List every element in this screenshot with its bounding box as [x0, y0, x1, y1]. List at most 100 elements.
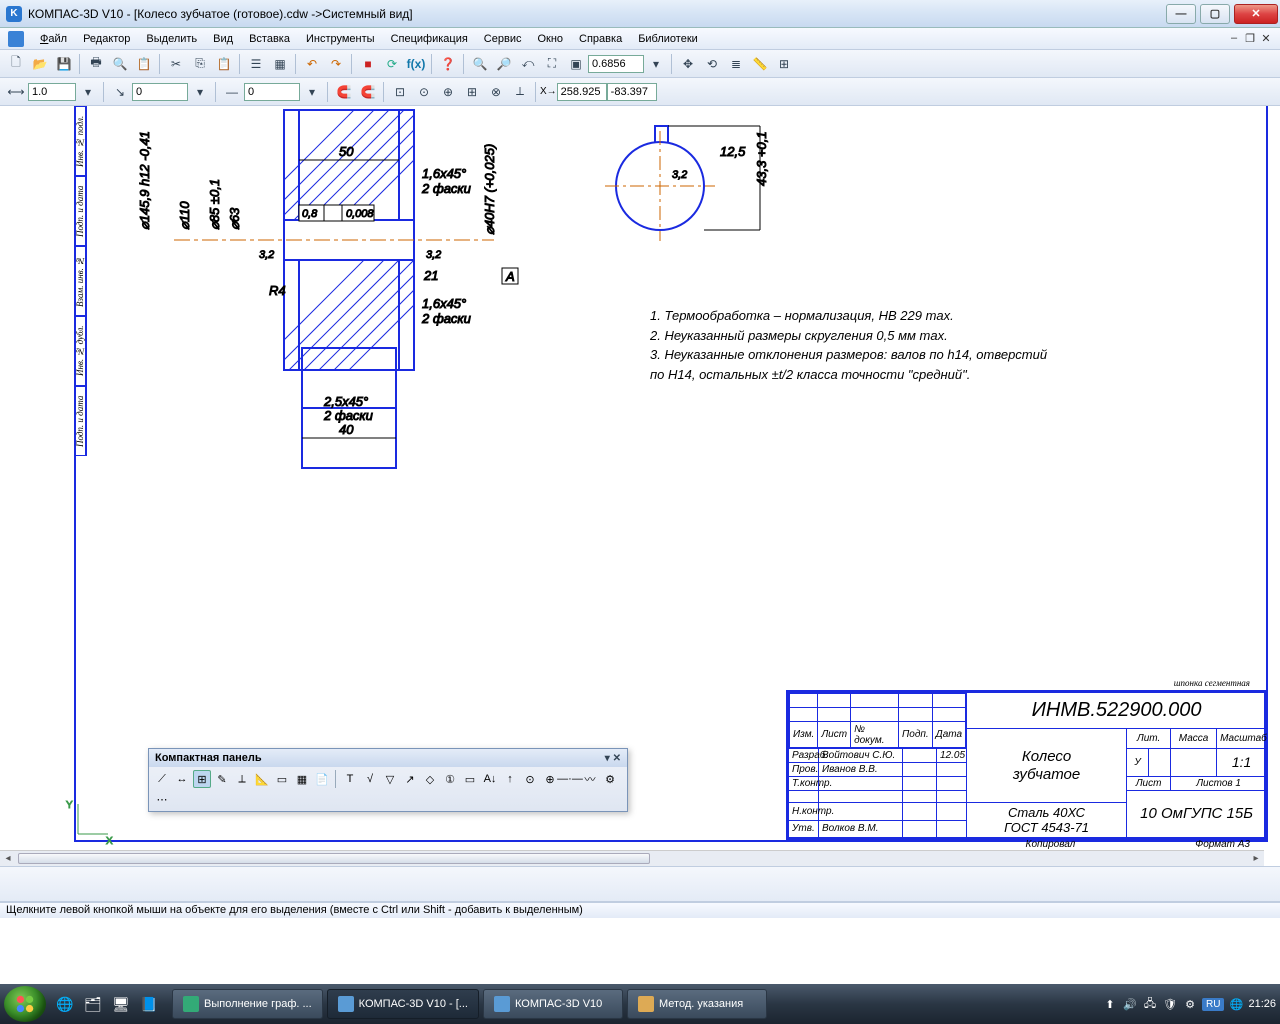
zoomin-icon[interactable]: 🔎 [493, 53, 515, 75]
vars-icon[interactable]: f(x) [405, 53, 427, 75]
menu-libs[interactable]: Библиотеки [630, 30, 706, 48]
table-icon[interactable]: ▦ [269, 53, 291, 75]
axis-icon[interactable]: ―·― [561, 770, 579, 788]
menu-tools[interactable]: Инструменты [298, 30, 383, 48]
cut-line-icon[interactable]: A↓ [481, 770, 499, 788]
line-icon[interactable]: ― [221, 81, 243, 103]
tol-icon[interactable]: ▭ [461, 770, 479, 788]
menu-file[interactable]: Файл [32, 30, 75, 48]
clock[interactable]: 21:26 [1248, 998, 1276, 1010]
tray-5-icon[interactable]: ⚙ [1182, 996, 1198, 1012]
open-icon[interactable]: 📂 [29, 53, 51, 75]
maximize-button[interactable]: ▢ [1200, 4, 1230, 24]
snap2-icon[interactable]: ⊙ [413, 81, 435, 103]
arrow2-icon[interactable]: ↑ [501, 770, 519, 788]
menu-editor[interactable]: Редактор [75, 30, 138, 48]
zoomall-icon[interactable]: ▣ [565, 53, 587, 75]
close-button[interactable]: ✕ [1234, 4, 1278, 24]
pan-icon[interactable]: ✥ [677, 53, 699, 75]
menu-view[interactable]: Вид [205, 30, 241, 48]
geom-icon[interactable]: ⟋ [153, 770, 171, 788]
snap1-icon[interactable]: ⊡ [389, 81, 411, 103]
tray-3-icon[interactable]: 🖧 [1142, 996, 1158, 1012]
mdi-close[interactable]: ✕ [1258, 32, 1274, 45]
task-item-1[interactable]: Выполнение граф. ... [172, 989, 323, 1019]
zoomprev-icon[interactable]: ⤺ [517, 53, 539, 75]
zoomfit-icon[interactable]: ⛶ [541, 53, 563, 75]
ql-1-icon[interactable]: 🌐 [52, 989, 78, 1019]
task-item-2[interactable]: КОМПАС-3D V10 - [... [327, 989, 479, 1019]
tray-6-icon[interactable]: 🌐 [1228, 996, 1244, 1012]
drawing-area[interactable]: Инв. № подл. Подп. и дата Взам. инв. № И… [0, 106, 1280, 850]
spec-icon[interactable]: 📋 [133, 53, 155, 75]
base-icon[interactable]: ▽ [381, 770, 399, 788]
scroll-right-icon[interactable]: ▸ [1248, 851, 1264, 866]
offset-dd[interactable]: ▾ [301, 81, 323, 103]
zoomwin-icon[interactable]: 🔍 [469, 53, 491, 75]
compact-panel-title[interactable]: Компактная панель ▾ ✕ [149, 749, 627, 767]
tray-1-icon[interactable]: ⬆ [1102, 996, 1118, 1012]
menu-spec[interactable]: Спецификация [383, 30, 476, 48]
h-scrollbar[interactable]: ◂ ▸ [0, 850, 1264, 866]
scroll-left-icon[interactable]: ◂ [0, 851, 16, 866]
copy-icon[interactable]: ⎘ [189, 53, 211, 75]
help-icon[interactable]: ❓ [437, 53, 459, 75]
more-icon[interactable]: ⋯ [153, 790, 171, 808]
menu-window[interactable]: Окно [529, 30, 571, 48]
tray-2-icon[interactable]: 🔊 [1122, 996, 1138, 1012]
magnet-on-icon[interactable]: 🧲 [333, 81, 355, 103]
compact-panel[interactable]: Компактная панель ▾ ✕ ⟋ ↔ ⊞ ✎ ⟂ 📐 ▭ ▦ 📄 … [148, 748, 628, 812]
undo-icon[interactable]: ↶ [301, 53, 323, 75]
start-button[interactable] [4, 986, 46, 1022]
measure-icon[interactable]: 📐 [253, 770, 271, 788]
magnet-off-icon[interactable]: 🧲 [357, 81, 379, 103]
minimize-button[interactable]: — [1166, 4, 1196, 24]
menu-select[interactable]: Выделить [138, 30, 205, 48]
print-icon[interactable]: 🖶 [85, 53, 107, 75]
cut-icon[interactable]: ✂ [165, 53, 187, 75]
remote-icon[interactable]: ⊙ [521, 770, 539, 788]
task-item-4[interactable]: Метод. указания [627, 989, 767, 1019]
tray-4-icon[interactable]: 🛡 [1162, 996, 1178, 1012]
mdi-min[interactable]: – [1226, 32, 1242, 45]
ql-2-icon[interactable]: 🗂 [80, 989, 106, 1019]
param-icon[interactable]: ⟂ [233, 770, 251, 788]
ql-3-icon[interactable]: 🖥 [108, 989, 134, 1019]
arrow-icon[interactable]: ↘ [109, 81, 131, 103]
preview-icon[interactable]: 🔍 [109, 53, 131, 75]
redo-icon[interactable]: ↷ [325, 53, 347, 75]
auto-icon[interactable]: ⚙ [601, 770, 619, 788]
pos-icon[interactable]: ① [441, 770, 459, 788]
edit-icon[interactable]: ✎ [213, 770, 231, 788]
panel-close-icon[interactable]: ✕ [613, 753, 621, 764]
menu-service[interactable]: Сервис [476, 30, 530, 48]
report-icon[interactable]: 📄 [313, 770, 331, 788]
coord-y[interactable] [607, 83, 657, 101]
panel-dd-icon[interactable]: ▾ [605, 753, 610, 764]
wave-icon[interactable]: 〰 [581, 770, 599, 788]
style-dd[interactable]: ▾ [189, 81, 211, 103]
step-dd[interactable]: ▾ [77, 81, 99, 103]
lang-indicator[interactable]: RU [1202, 998, 1224, 1011]
spec2-icon[interactable]: ▦ [293, 770, 311, 788]
snap5-icon[interactable]: ⊗ [485, 81, 507, 103]
dim-tool-icon[interactable]: ↔ [173, 770, 191, 788]
scroll-thumb[interactable] [18, 853, 650, 864]
paste-icon[interactable]: 📋 [213, 53, 235, 75]
task-item-3[interactable]: КОМПАС-3D V10 [483, 989, 623, 1019]
style-input[interactable] [132, 83, 188, 101]
dim-icon[interactable]: ⟷ [5, 81, 27, 103]
text-icon[interactable]: T [341, 770, 359, 788]
save-icon[interactable]: 💾 [53, 53, 75, 75]
new-icon[interactable]: 🗋 [5, 53, 27, 75]
zoom-input[interactable] [588, 55, 644, 73]
ql-4-icon[interactable]: 📘 [136, 989, 162, 1019]
leader-icon[interactable]: ↗ [401, 770, 419, 788]
brand-icon[interactable]: ◇ [421, 770, 439, 788]
meas-icon[interactable]: 📏 [749, 53, 771, 75]
mdi-restore[interactable]: ❐ [1242, 32, 1258, 45]
step-input[interactable] [28, 83, 76, 101]
menu-help[interactable]: Справка [571, 30, 630, 48]
menu-insert[interactable]: Вставка [241, 30, 298, 48]
stop-icon[interactable]: ■ [357, 53, 379, 75]
